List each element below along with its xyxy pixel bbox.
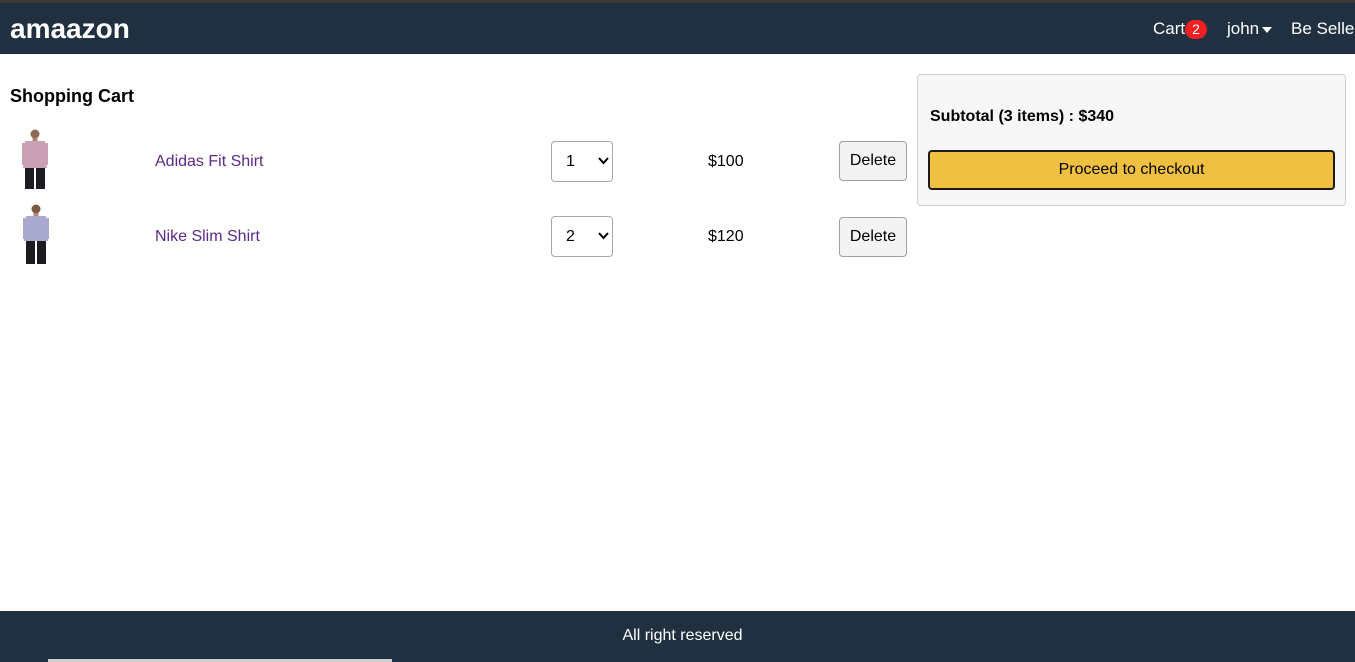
footer: All right reserved: [0, 611, 1355, 662]
cart-link[interactable]: Cart: [1153, 19, 1185, 39]
order-summary-card: Subtotal (3 items) : $340 Proceed to che…: [917, 74, 1346, 206]
proceed-to-checkout-button[interactable]: Proceed to checkout: [928, 150, 1335, 190]
quantity-select[interactable]: 1: [551, 141, 613, 182]
be-seller-link[interactable]: Be Seller: [1291, 19, 1355, 39]
cart-item-name-link[interactable]: Adidas Fit Shirt: [155, 152, 263, 172]
chevron-down-icon: [598, 232, 609, 240]
caret-down-icon[interactable]: [1262, 27, 1272, 33]
product-image-adidas-fit-shirt[interactable]: [20, 128, 50, 190]
chevron-down-icon: [598, 157, 609, 165]
top-navbar: amaazon Cart 2 john Be Seller: [0, 3, 1355, 54]
delete-item-button[interactable]: Delete: [839, 141, 907, 181]
product-image-nike-slim-shirt[interactable]: [21, 203, 51, 265]
user-menu-link[interactable]: john: [1227, 19, 1259, 39]
delete-item-button[interactable]: Delete: [839, 217, 907, 257]
cart-item-price: $100: [708, 153, 744, 170]
page-title: Shopping Cart: [10, 86, 134, 106]
cart-item-price: $120: [708, 228, 744, 245]
quantity-value: 2: [566, 228, 575, 245]
brand-logo-link[interactable]: amaazon: [10, 13, 130, 45]
cart-item-name-link[interactable]: Nike Slim Shirt: [155, 227, 260, 247]
quantity-select[interactable]: 2: [551, 216, 613, 257]
subtotal-text: Subtotal (3 items) : $340: [930, 108, 1115, 125]
footer-text: All right reserved: [622, 627, 743, 644]
quantity-value: 1: [566, 153, 575, 170]
cart-count-badge: 2: [1185, 20, 1207, 39]
